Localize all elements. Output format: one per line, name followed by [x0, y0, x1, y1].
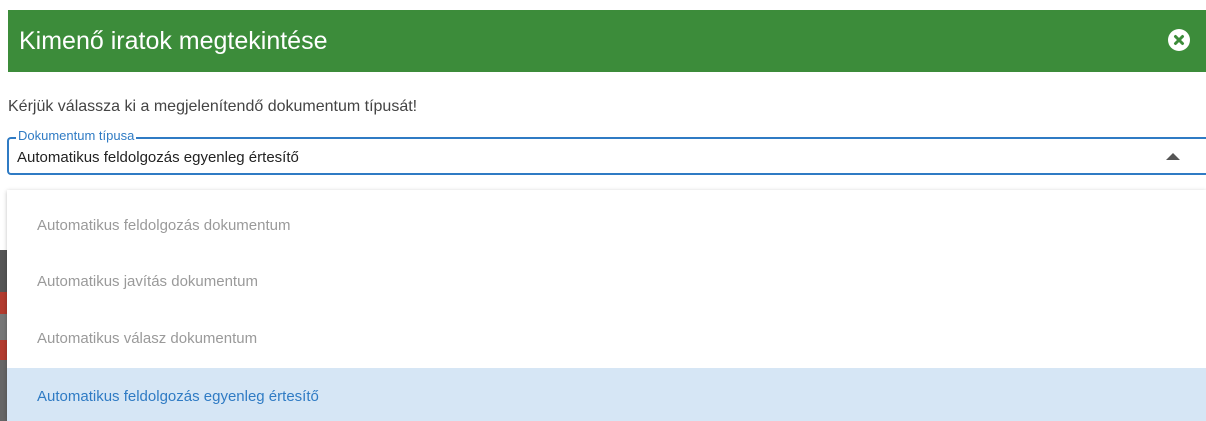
document-type-value: Automatikus feldolgozás egyenleg értesít… [17, 149, 299, 166]
background-strip [0, 0, 8, 10]
screen: Kimenő iratok megtekintése Kérjük válass… [0, 0, 1206, 421]
dialog-header: Kimenő iratok megtekintése [8, 10, 1206, 72]
instruction-text: Kérjük válassza ki a megjelenítendő doku… [8, 98, 418, 115]
close-button[interactable] [1168, 29, 1190, 51]
close-icon [1174, 35, 1184, 45]
document-type-label: Dokumentum típusa [16, 128, 137, 143]
dialog-title: Kimenő iratok megtekintése [19, 27, 328, 55]
document-type-options: Automatikus feldolgozás dokumentum Autom… [7, 190, 1206, 421]
caret-up-icon[interactable] [1166, 153, 1180, 160]
option-automatic-response-document[interactable]: Automatikus válasz dokumentum [7, 310, 1206, 368]
option-automatic-processing-document[interactable]: Automatikus feldolgozás dokumentum [7, 197, 1206, 255]
option-automatic-correction-document[interactable]: Automatikus javítás dokumentum [7, 253, 1206, 311]
option-automatic-processing-balance-notice[interactable]: Automatikus feldolgozás egyenleg értesít… [7, 368, 1206, 421]
